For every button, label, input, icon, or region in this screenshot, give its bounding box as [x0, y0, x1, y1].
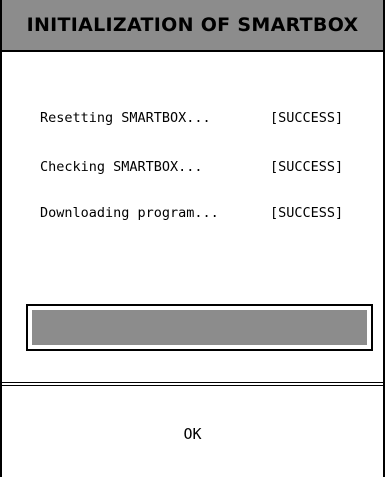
ok-button[interactable]: OK: [2, 390, 383, 477]
dialog-title: INITIALIZATION OF SMARTBOX: [26, 14, 359, 36]
divider: [2, 382, 383, 386]
status-label: Downloading program...: [40, 205, 219, 221]
status-result: [SUCCESS]: [270, 159, 344, 175]
progress-track: [32, 310, 367, 345]
progress-bar: [26, 304, 373, 351]
status-row-downloading: Downloading program... [SUCCESS]: [40, 205, 370, 225]
status-result: [SUCCESS]: [270, 110, 344, 126]
smartbox-init-dialog: INITIALIZATION OF SMARTBOX Resetting SMA…: [0, 0, 385, 477]
status-label: Checking SMARTBOX...: [40, 159, 203, 175]
title-bar: INITIALIZATION OF SMARTBOX: [2, 0, 383, 52]
status-row-checking: Checking SMARTBOX... [SUCCESS]: [40, 159, 370, 179]
status-result: [SUCCESS]: [270, 205, 344, 221]
status-label: Resetting SMARTBOX...: [40, 110, 211, 126]
progress-fill: [32, 310, 367, 345]
status-row-resetting: Resetting SMARTBOX... [SUCCESS]: [40, 110, 370, 130]
